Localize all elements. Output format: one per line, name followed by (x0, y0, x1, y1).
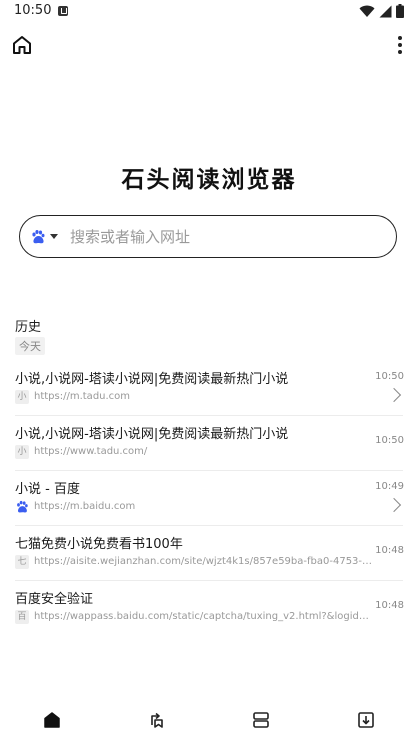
history-item-url: https://m.tadu.com (34, 391, 131, 402)
history-item-time: 10:49 (375, 481, 404, 492)
app-title: 石头阅读浏览器 (121, 167, 297, 193)
history-item-time: 10:48 (375, 600, 404, 611)
history-item-url: https://wappass.baidu.com/static/captcha… (34, 611, 374, 622)
history-item-title: 小说 - 百度 (15, 482, 80, 497)
history-item[interactable]: 七猫免费小说免费看书100年 七 https://aisite.wejianzh… (0, 526, 418, 581)
notification-icon (58, 6, 68, 16)
more-options-button[interactable] (394, 33, 406, 57)
history-item-title: 小说,小说网-塔读小说网|免费阅读最新热门小说 (15, 372, 289, 387)
baidu-favicon-icon (15, 500, 29, 514)
history-heading: 历史 (15, 320, 42, 335)
baidu-paw-icon[interactable] (30, 229, 46, 245)
home-button[interactable] (10, 33, 34, 57)
history-item-title: 七猫免费小说免费看书100年 (15, 537, 183, 552)
history-item-time: 10:48 (375, 545, 404, 556)
status-bar: 10:50 (0, 0, 418, 24)
nav-bookmark-button[interactable] (133, 700, 181, 740)
wifi-icon (359, 5, 375, 17)
search-input[interactable] (68, 226, 396, 247)
history-item-url: https://m.baidu.com (34, 501, 136, 512)
search-box[interactable] (19, 215, 397, 258)
history-group-label: 今天 (15, 337, 45, 355)
chevron-right-icon[interactable] (386, 497, 402, 513)
more-vert-icon (398, 36, 402, 54)
favicon-icon: 小 (15, 390, 29, 404)
history-item[interactable]: 小说 - 百度 https://m.baidu.com 10:49 (0, 471, 418, 526)
tabs-icon (253, 712, 270, 728)
favicon-icon: 小 (15, 445, 29, 459)
history-item-title: 百度安全验证 (15, 592, 94, 607)
history-list: 小说,小说网-塔读小说网|免费阅读最新热门小说 小 https://m.tadu… (0, 361, 418, 636)
nav-home-button[interactable] (28, 700, 76, 740)
favicon-icon: 百 (15, 610, 29, 624)
history-item-url: https://www.tadu.com/ (34, 446, 148, 457)
download-icon (357, 712, 374, 728)
home-icon (13, 36, 31, 54)
nav-download-button[interactable] (342, 700, 390, 740)
history-item[interactable]: 小说,小说网-塔读小说网|免费阅读最新热门小说 小 https://m.tadu… (0, 361, 418, 416)
favicon-icon: 七 (15, 555, 29, 569)
status-indicators (359, 4, 404, 18)
bottom-nav (0, 697, 418, 743)
history-item[interactable]: 百度安全验证 百 https://wappass.baidu.com/stati… (0, 581, 418, 636)
history-item-title: 小说,小说网-塔读小说网|免费阅读最新热门小说 (15, 427, 289, 442)
signal-icon (379, 5, 392, 17)
history-item-url: https://aisite.wejianzhan.com/site/wjzt4… (34, 556, 374, 567)
nav-tabs-button[interactable] (237, 700, 285, 740)
history-item-time: 10:50 (375, 371, 404, 382)
engine-dropdown-caret-icon[interactable] (50, 234, 58, 239)
status-time: 10:50 (14, 3, 52, 18)
home-filled-icon (44, 712, 60, 728)
bookmark-arrow-icon (150, 712, 163, 728)
history-item-time: 10:50 (375, 435, 404, 446)
battery-icon (396, 4, 404, 18)
history-item[interactable]: 小说,小说网-塔读小说网|免费阅读最新热门小说 小 https://www.ta… (0, 416, 418, 471)
chevron-right-icon[interactable] (386, 387, 402, 403)
